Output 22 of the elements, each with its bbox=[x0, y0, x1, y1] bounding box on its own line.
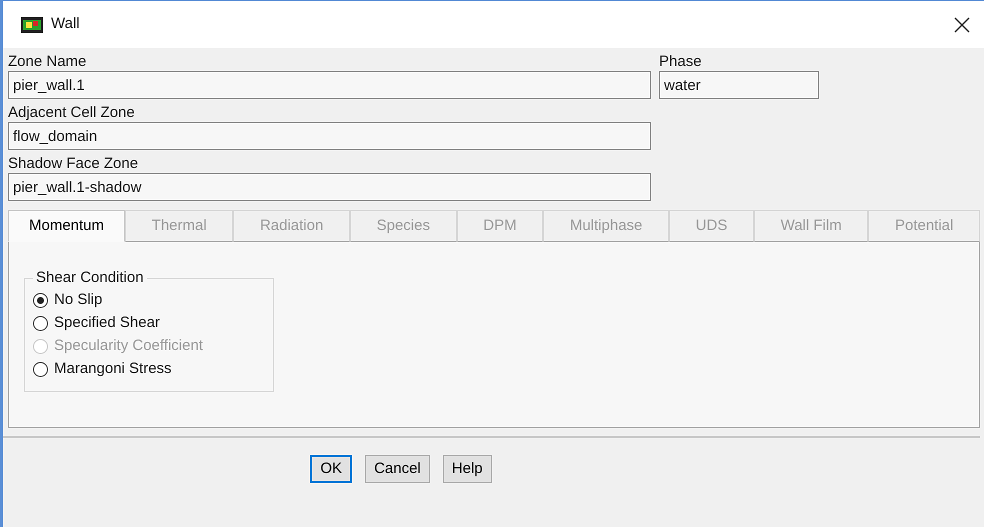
dialog-button[interactable]: Help bbox=[442, 455, 492, 483]
field-label: Zone Name bbox=[8, 52, 88, 71]
input-field[interactable]: pier_wall.1 bbox=[8, 71, 651, 99]
app-icon bbox=[21, 16, 43, 32]
input-field[interactable]: water bbox=[659, 71, 819, 99]
radio-label: Specified Shear bbox=[54, 313, 160, 334]
input-field[interactable]: flow_domain bbox=[8, 122, 651, 150]
radio-button[interactable] bbox=[33, 293, 48, 308]
close-icon bbox=[954, 16, 970, 33]
field-label: Shadow Face Zone bbox=[8, 154, 140, 173]
radio-label: Marangoni Stress bbox=[54, 359, 172, 380]
field-label: Adjacent Cell Zone bbox=[8, 103, 136, 122]
tab[interactable]: Momentum bbox=[8, 210, 126, 242]
dialog-button[interactable]: Cancel bbox=[365, 455, 430, 483]
dialog-button[interactable]: OK bbox=[310, 455, 352, 483]
window-title: Wall bbox=[51, 14, 80, 34]
radio-button[interactable] bbox=[33, 316, 48, 331]
input-field[interactable]: pier_wall.1-shadow bbox=[8, 173, 651, 201]
field-label: Phase bbox=[659, 52, 703, 71]
radio-button[interactable] bbox=[33, 362, 48, 377]
radio-label: No Slip bbox=[54, 290, 102, 310]
radio-label: Specularity Coefficient bbox=[54, 336, 203, 356]
